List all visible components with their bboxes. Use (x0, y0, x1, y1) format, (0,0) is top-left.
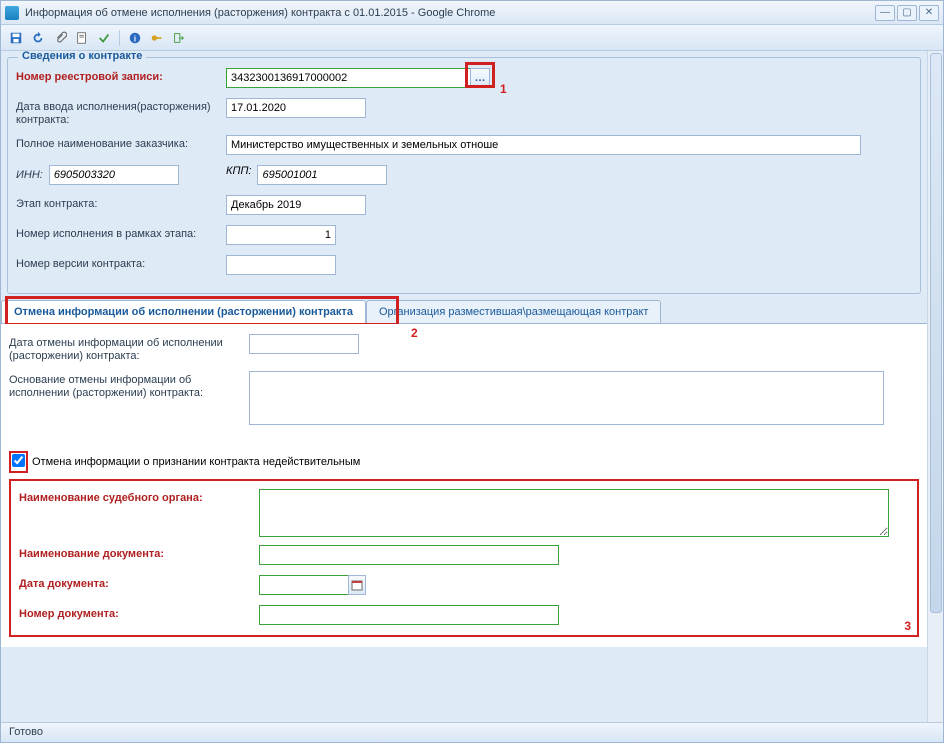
app-icon (5, 6, 19, 20)
version-input[interactable] (226, 255, 336, 275)
refresh-icon[interactable] (29, 29, 47, 47)
stage-label: Этап контракта: (16, 195, 226, 211)
close-button[interactable]: ✕ (919, 5, 939, 21)
contract-info-fieldset: Сведения о контракте Номер реестровой за… (7, 57, 921, 294)
court-name-label: Наименование судебного органа: (19, 489, 259, 505)
doc-date-label: Дата документа: (19, 575, 259, 591)
exit-icon[interactable] (170, 29, 188, 47)
tab-strip: Отмена информации об исполнении (расторж… (1, 300, 927, 324)
toolbar: i (1, 25, 943, 51)
fieldset-title: Сведения о контракте (18, 51, 146, 62)
info-icon[interactable]: i (126, 29, 144, 47)
toolbar-separator (119, 30, 120, 46)
doc-name-input[interactable] (259, 545, 559, 565)
minimize-button[interactable]: — (875, 5, 895, 21)
customer-label: Полное наименование заказчика: (16, 135, 226, 151)
cancel-basis-label: Основание отмены информации об исполнени… (9, 371, 249, 400)
invalid-contract-label: Отмена информации о признании контракта … (32, 456, 360, 468)
invalid-contract-checkbox[interactable] (12, 454, 25, 467)
status-bar: Готово (1, 722, 943, 742)
app-window: Информация об отмене исполнения (расторж… (0, 0, 944, 743)
tab-organization[interactable]: Организация разместившая\размещающая кон… (366, 300, 662, 323)
court-section: Наименование судебного органа: Наименова… (9, 479, 919, 637)
highlight-box-1 (465, 62, 495, 88)
doc-num-label: Номер документа: (19, 605, 259, 621)
court-name-textarea[interactable] (259, 489, 889, 537)
status-text: Готово (9, 726, 43, 738)
calendar-icon[interactable] (348, 575, 366, 595)
registry-number-label: Номер реестровой записи: (16, 68, 226, 84)
attach-icon[interactable] (51, 29, 69, 47)
scrollbar-thumb[interactable] (930, 53, 942, 613)
maximize-button[interactable]: ▢ (897, 5, 917, 21)
marker-2: 2 (411, 326, 418, 340)
doc-num-input[interactable] (259, 605, 559, 625)
cancel-date-input[interactable] (249, 334, 359, 354)
cancel-basis-textarea[interactable] (249, 371, 884, 425)
marker-3: 3 (904, 619, 911, 633)
customer-input[interactable] (226, 135, 861, 155)
svg-text:i: i (134, 34, 136, 43)
marker-1: 1 (500, 82, 507, 96)
highlight-checkbox (9, 451, 28, 473)
input-date-label: Дата ввода исполнения(расторжения) контр… (16, 98, 226, 127)
titlebar: Информация об отмене исполнения (расторж… (1, 1, 943, 25)
kpp-input[interactable] (257, 165, 387, 185)
exec-num-label: Номер исполнения в рамках этапа: (16, 225, 226, 241)
cancel-date-label: Дата отмены информации об исполнении (ра… (9, 334, 249, 363)
vertical-scrollbar[interactable] (927, 51, 943, 722)
registry-number-input[interactable] (226, 68, 471, 88)
inn-label: ИНН: (16, 169, 43, 181)
exec-num-input[interactable] (226, 225, 336, 245)
tab-cancel-info[interactable]: Отмена информации об исполнении (расторж… (1, 300, 366, 323)
invalid-contract-row: Отмена информации о признании контракта … (9, 451, 919, 473)
window-title: Информация об отмене исполнения (расторж… (25, 7, 875, 19)
inn-input[interactable] (49, 165, 179, 185)
stage-input[interactable] (226, 195, 366, 215)
action-icon[interactable] (95, 29, 113, 47)
doc-date-input[interactable] (259, 575, 349, 595)
input-date-field[interactable] (226, 98, 366, 118)
tab-body: 2 Дата отмены информации об исполнении (… (1, 324, 927, 647)
version-label: Номер версии контракта: (16, 255, 226, 271)
kpp-label: КПП: (226, 165, 251, 177)
save-icon[interactable] (7, 29, 25, 47)
key-icon[interactable] (148, 29, 166, 47)
document-icon[interactable] (73, 29, 91, 47)
doc-name-label: Наименование документа: (19, 545, 259, 561)
content-area: Сведения о контракте Номер реестровой за… (1, 51, 927, 722)
